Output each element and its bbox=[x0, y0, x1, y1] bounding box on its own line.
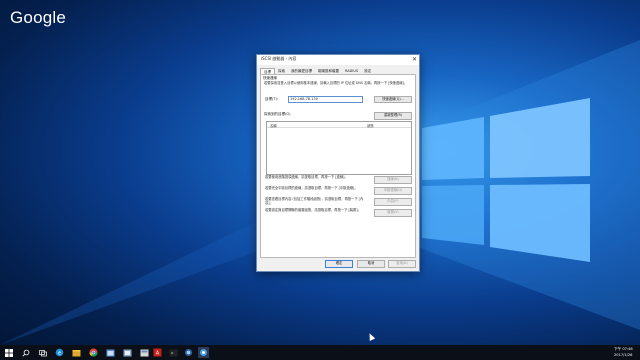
list-header: 名稱 狀態 bbox=[267, 122, 411, 128]
app-icon[interactable] bbox=[122, 347, 133, 358]
target-input[interactable]: 192.168.78.130 bbox=[288, 95, 363, 103]
windows-start-icon[interactable] bbox=[3, 347, 14, 358]
column-name[interactable]: 名稱 bbox=[270, 123, 277, 128]
properties-button[interactable]: 內容(P) bbox=[374, 198, 412, 206]
targets-panel: 快速連線 若要探索並登入目標以使用基本連線，請輸入目標的 IP 位址或 DNS … bbox=[260, 74, 416, 258]
terminal-icon[interactable]: > bbox=[168, 347, 179, 358]
apply-button[interactable]: 套用(A) bbox=[388, 260, 416, 268]
brand-logo-text: Google bbox=[10, 8, 67, 27]
search-icon[interactable] bbox=[20, 347, 31, 358]
ok-button[interactable]: 確定 bbox=[325, 260, 353, 268]
chrome-icon[interactable] bbox=[88, 347, 99, 358]
connect-button[interactable]: 連線(N) bbox=[374, 176, 412, 184]
column-status[interactable]: 狀態 bbox=[367, 123, 374, 128]
dialog-title: iSCSI 啟動器 - 內容 bbox=[261, 56, 297, 61]
quick-connect-button[interactable]: 快速連線(Q)... bbox=[374, 95, 412, 103]
taskbar: e A > 下午 07:46 2017/1/26 bbox=[0, 345, 640, 360]
dialog-titlebar[interactable]: iSCSI 啟動器 - 內容 ✕ bbox=[257, 55, 419, 65]
refresh-button[interactable]: 重新整理(R) bbox=[374, 112, 412, 120]
disconnect-description: 若要完全中斷目標的連線，請選取目標，再按一下 [中斷連線]。 bbox=[265, 186, 358, 190]
discovered-targets-title: 探索到的目標(G) bbox=[264, 112, 291, 116]
network-icon[interactable] bbox=[183, 347, 194, 358]
devices-button[interactable]: 裝置(V) bbox=[374, 209, 412, 217]
cancel-button[interactable]: 取消 bbox=[357, 260, 385, 268]
edge-icon[interactable]: e bbox=[54, 347, 65, 358]
iscsi-properties-dialog: iSCSI 啟動器 - 內容 ✕ 目標 探索 我的最愛目標 磁碟區和裝置 RAD… bbox=[256, 54, 420, 272]
target-label: 目標(T): bbox=[265, 97, 279, 101]
app-icon-2[interactable] bbox=[139, 347, 150, 358]
task-view-icon[interactable] bbox=[37, 347, 48, 358]
devices-description: 若要設定與目標關聯的裝置組態，請選取目標，再按一下 [裝置]。 bbox=[265, 208, 361, 212]
properties-description: 若要查看目標內容 (包括工作階段組態)，請選取目標，再按一下 [內容]。 bbox=[265, 197, 364, 206]
close-icon[interactable]: ✕ bbox=[412, 55, 417, 64]
quick-connect-description: 若要探索並登入目標以使用基本連線，請輸入目標的 IP 位址或 DNS 名稱，再按… bbox=[264, 81, 408, 85]
iscsi-icon[interactable] bbox=[198, 347, 209, 358]
clock-date[interactable]: 2017/1/26 bbox=[614, 353, 632, 357]
file-explorer-icon[interactable] bbox=[71, 347, 82, 358]
svg-text:A: A bbox=[156, 351, 160, 357]
svg-text:e: e bbox=[58, 350, 61, 356]
disconnect-button[interactable]: 中斷連線(D) bbox=[374, 187, 412, 195]
discovered-targets-list[interactable]: 名稱 狀態 bbox=[266, 121, 412, 175]
control-panel-icon[interactable] bbox=[105, 347, 116, 358]
acrobat-icon[interactable]: A bbox=[152, 347, 163, 358]
clock-time[interactable]: 下午 07:46 bbox=[614, 347, 633, 352]
connect-description: 若要使用進階選項連線，請選取目標，再按一下 [連線]。 bbox=[265, 175, 348, 179]
